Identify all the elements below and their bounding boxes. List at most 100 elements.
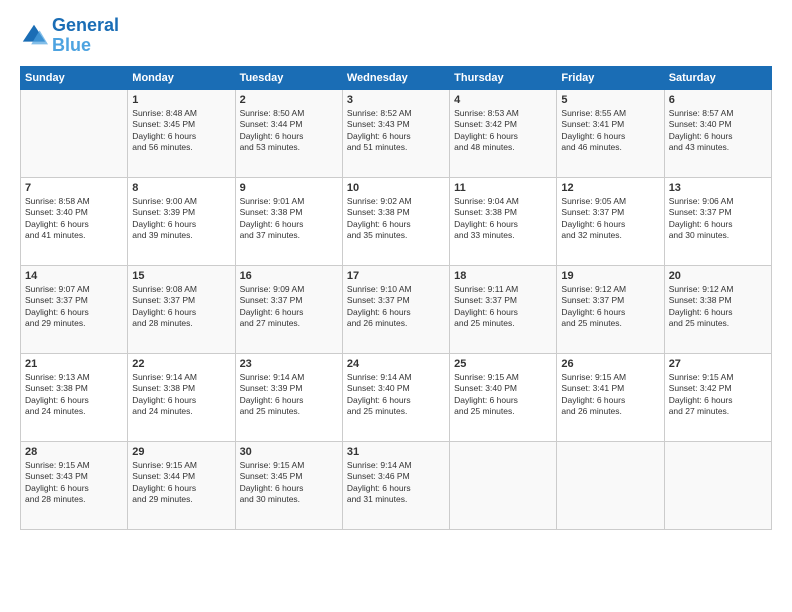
page-header: GeneralBlue [20, 16, 772, 56]
day-number: 23 [240, 358, 338, 370]
day-number: 31 [347, 446, 445, 458]
day-number: 4 [454, 94, 552, 106]
day-info: Sunrise: 9:07 AMSunset: 3:37 PMDaylight:… [25, 284, 123, 330]
calendar-cell: 13 Sunrise: 9:06 AMSunset: 3:37 PMDayligh… [664, 177, 771, 265]
column-header-wednesday: Wednesday [342, 66, 449, 89]
calendar-table: SundayMondayTuesdayWednesdayThursdayFrid… [20, 66, 772, 530]
day-info: Sunrise: 8:57 AMSunset: 3:40 PMDaylight:… [669, 108, 767, 154]
day-info: Sunrise: 9:14 AMSunset: 3:39 PMDaylight:… [240, 372, 338, 418]
day-number: 27 [669, 358, 767, 370]
calendar-cell: 5 Sunrise: 8:55 AMSunset: 3:41 PMDaylight… [557, 89, 664, 177]
day-info: Sunrise: 8:53 AMSunset: 3:42 PMDaylight:… [454, 108, 552, 154]
day-info: Sunrise: 8:48 AMSunset: 3:45 PMDaylight:… [132, 108, 230, 154]
column-header-saturday: Saturday [664, 66, 771, 89]
day-info: Sunrise: 9:02 AMSunset: 3:38 PMDaylight:… [347, 196, 445, 242]
day-number: 28 [25, 446, 123, 458]
calendar-cell: 14 Sunrise: 9:07 AMSunset: 3:37 PMDayligh… [21, 265, 128, 353]
column-header-friday: Friday [557, 66, 664, 89]
calendar-cell: 23 Sunrise: 9:14 AMSunset: 3:39 PMDayligh… [235, 353, 342, 441]
calendar-cell: 16Sunrise: 9:09 AMSunset: 3:37 PMDayligh… [235, 265, 342, 353]
calendar-cell: 7 Sunrise: 8:58 AMSunset: 3:40 PMDaylight… [21, 177, 128, 265]
calendar-cell: 21 Sunrise: 9:13 AMSunset: 3:38 PMDayligh… [21, 353, 128, 441]
calendar-cell: 1 Sunrise: 8:48 AMSunset: 3:45 PMDaylight… [128, 89, 235, 177]
calendar-cell [664, 441, 771, 529]
day-number: 18 [454, 270, 552, 282]
day-number: 30 [240, 446, 338, 458]
day-info: Sunrise: 9:00 AMSunset: 3:39 PMDaylight:… [132, 196, 230, 242]
calendar-cell: 9 Sunrise: 9:01 AMSunset: 3:38 PMDaylight… [235, 177, 342, 265]
day-info: Sunrise: 9:12 AMSunset: 3:38 PMDaylight:… [669, 284, 767, 330]
calendar-cell: 17 Sunrise: 9:10 AMSunset: 3:37 PMDayligh… [342, 265, 449, 353]
day-number: 1 [132, 94, 230, 106]
day-number: 13 [669, 182, 767, 194]
logo-icon [20, 22, 48, 50]
calendar-cell: 24 Sunrise: 9:14 AMSunset: 3:40 PMDayligh… [342, 353, 449, 441]
calendar-cell: 3 Sunrise: 8:52 AMSunset: 3:43 PMDaylight… [342, 89, 449, 177]
day-number: 8 [132, 182, 230, 194]
day-number: 20 [669, 270, 767, 282]
calendar-cell: 12 Sunrise: 9:05 AMSunset: 3:37 PMDayligh… [557, 177, 664, 265]
day-info: Sunrise: 8:55 AMSunset: 3:41 PMDaylight:… [561, 108, 659, 154]
calendar-cell: 19 Sunrise: 9:12 AMSunset: 3:37 PMDayligh… [557, 265, 664, 353]
calendar-cell: 29 Sunrise: 9:15 AMSunset: 3:44 PMDayligh… [128, 441, 235, 529]
calendar-cell: 8 Sunrise: 9:00 AMSunset: 3:39 PMDaylight… [128, 177, 235, 265]
day-number: 14 [25, 270, 123, 282]
day-info: Sunrise: 9:09 AMSunset: 3:37 PMDaylight:… [240, 284, 338, 330]
day-number: 5 [561, 94, 659, 106]
calendar-cell: 10 Sunrise: 9:02 AMSunset: 3:38 PMDayligh… [342, 177, 449, 265]
day-info: Sunrise: 8:50 AMSunset: 3:44 PMDaylight:… [240, 108, 338, 154]
day-info: Sunrise: 9:13 AMSunset: 3:38 PMDaylight:… [25, 372, 123, 418]
day-info: Sunrise: 9:15 AMSunset: 3:43 PMDaylight:… [25, 460, 123, 506]
day-number: 6 [669, 94, 767, 106]
column-header-tuesday: Tuesday [235, 66, 342, 89]
day-info: Sunrise: 9:12 AMSunset: 3:37 PMDaylight:… [561, 284, 659, 330]
calendar-cell: 27 Sunrise: 9:15 AMSunset: 3:42 PMDayligh… [664, 353, 771, 441]
calendar-cell [21, 89, 128, 177]
day-info: Sunrise: 9:01 AMSunset: 3:38 PMDaylight:… [240, 196, 338, 242]
day-number: 12 [561, 182, 659, 194]
calendar-cell: 25Sunrise: 9:15 AMSunset: 3:40 PMDayligh… [450, 353, 557, 441]
day-number: 17 [347, 270, 445, 282]
day-info: Sunrise: 9:15 AMSunset: 3:42 PMDaylight:… [669, 372, 767, 418]
day-number: 22 [132, 358, 230, 370]
day-number: 3 [347, 94, 445, 106]
calendar-cell: 15Sunrise: 9:08 AMSunset: 3:37 PMDayligh… [128, 265, 235, 353]
day-number: 9 [240, 182, 338, 194]
calendar-cell: 28 Sunrise: 9:15 AMSunset: 3:43 PMDayligh… [21, 441, 128, 529]
day-info: Sunrise: 9:14 AMSunset: 3:40 PMDaylight:… [347, 372, 445, 418]
calendar-cell: 20 Sunrise: 9:12 AMSunset: 3:38 PMDayligh… [664, 265, 771, 353]
calendar-cell: 6 Sunrise: 8:57 AMSunset: 3:40 PMDaylight… [664, 89, 771, 177]
day-number: 24 [347, 358, 445, 370]
day-number: 21 [25, 358, 123, 370]
column-header-thursday: Thursday [450, 66, 557, 89]
day-info: Sunrise: 9:06 AMSunset: 3:37 PMDaylight:… [669, 196, 767, 242]
day-info: Sunrise: 9:15 AMSunset: 3:45 PMDaylight:… [240, 460, 338, 506]
calendar-cell: 26Sunrise: 9:15 AMSunset: 3:41 PMDayligh… [557, 353, 664, 441]
logo: GeneralBlue [20, 16, 119, 56]
day-info: Sunrise: 9:05 AMSunset: 3:37 PMDaylight:… [561, 196, 659, 242]
calendar-cell [557, 441, 664, 529]
column-header-monday: Monday [128, 66, 235, 89]
day-info: Sunrise: 9:15 AMSunset: 3:40 PMDaylight:… [454, 372, 552, 418]
day-info: Sunrise: 8:58 AMSunset: 3:40 PMDaylight:… [25, 196, 123, 242]
day-info: Sunrise: 9:11 AMSunset: 3:37 PMDaylight:… [454, 284, 552, 330]
day-info: Sunrise: 8:52 AMSunset: 3:43 PMDaylight:… [347, 108, 445, 154]
day-info: Sunrise: 9:10 AMSunset: 3:37 PMDaylight:… [347, 284, 445, 330]
day-number: 15 [132, 270, 230, 282]
day-number: 29 [132, 446, 230, 458]
column-header-sunday: Sunday [21, 66, 128, 89]
day-number: 19 [561, 270, 659, 282]
day-number: 11 [454, 182, 552, 194]
day-number: 26 [561, 358, 659, 370]
day-info: Sunrise: 9:15 AMSunset: 3:44 PMDaylight:… [132, 460, 230, 506]
day-info: Sunrise: 9:14 AMSunset: 3:38 PMDaylight:… [132, 372, 230, 418]
day-info: Sunrise: 9:04 AMSunset: 3:38 PMDaylight:… [454, 196, 552, 242]
calendar-cell: 22 Sunrise: 9:14 AMSunset: 3:38 PMDayligh… [128, 353, 235, 441]
day-number: 7 [25, 182, 123, 194]
calendar-cell [450, 441, 557, 529]
day-info: Sunrise: 9:14 AMSunset: 3:46 PMDaylight:… [347, 460, 445, 506]
calendar-cell: 30 Sunrise: 9:15 AMSunset: 3:45 PMDayligh… [235, 441, 342, 529]
calendar-cell: 18 Sunrise: 9:11 AMSunset: 3:37 PMDayligh… [450, 265, 557, 353]
logo-text: GeneralBlue [52, 16, 119, 56]
day-number: 10 [347, 182, 445, 194]
